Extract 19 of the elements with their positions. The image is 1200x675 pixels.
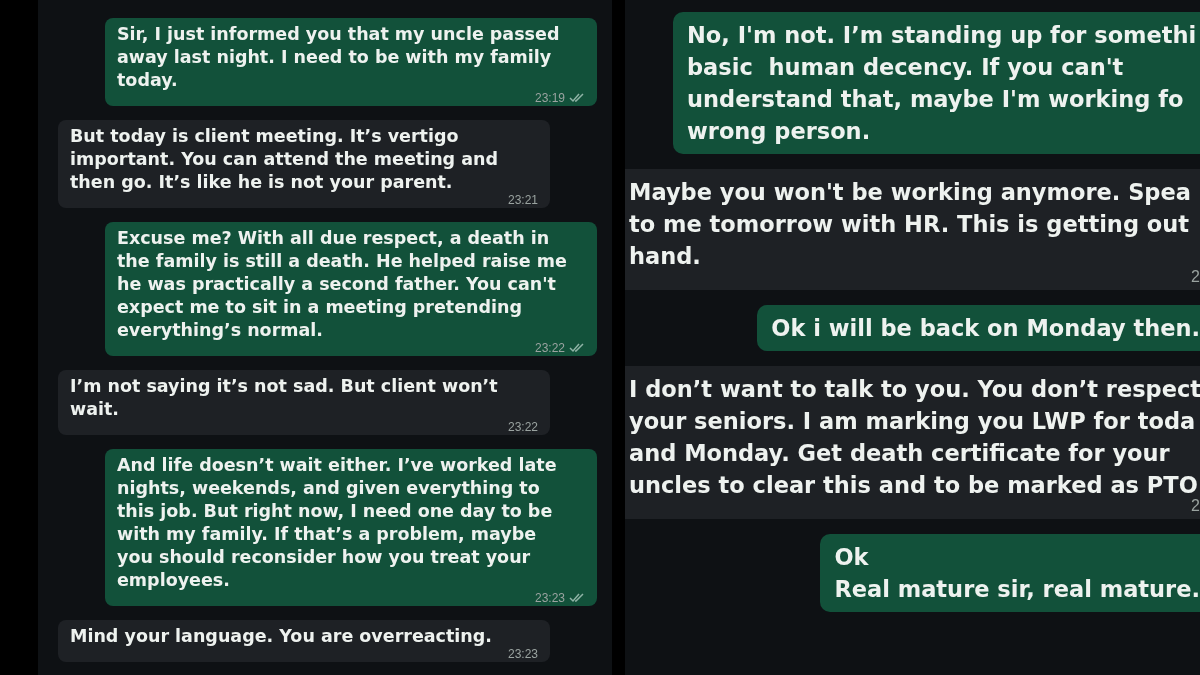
message-text: Ok Real mature sir, real mature.	[834, 543, 1200, 604]
message-time: 23:23	[534, 592, 565, 604]
message-text: And life doesn’t wait either. I’ve worked late nights, weekends, and given everything to this job. But right now, I need one day to be with my family. If that’s a problem, maybe you should reconsider how you treat your employees.	[117, 454, 558, 592]
message-text: But today is client meeting. It’s vertigo important. You can attend the meeting and then go. It’s like he is not your parent.	[70, 125, 499, 194]
message-time: 23:21	[507, 194, 538, 206]
message-time: 23:22	[534, 342, 565, 354]
message-time: 23:22	[507, 421, 538, 433]
message-text: I’m not saying it’s not sad. But client won’t wait.	[70, 375, 499, 421]
message-time: 2	[1191, 268, 1200, 286]
message-text: Sir, I just informed you that my uncle passed away last night. I need to be with my family today.	[117, 23, 561, 92]
message-text: Mind your language. You are overreacting.	[70, 625, 493, 648]
message-text: Excuse me? With all due respect, a death in the family is still a death. He helped raise me he was practically a second father. You can't expect me to sit in a meeting pretending everything’s normal.	[117, 227, 568, 342]
message-text: I don’t want to talk to you. You don’t respect your seniors. I am marking you LWP for toda and Monday. Get death certificate for your uncles to clear this and to be marked as PTO	[629, 375, 1200, 499]
message-time: 23:23	[507, 648, 538, 660]
message-text: No, I'm not. I’m standing up for somethi basic human decency. If you can't understand that, maybe I'm working fo wrong person.	[687, 21, 1198, 146]
message-time: 23:19	[534, 92, 565, 104]
message-text: Maybe you won't be working anymore. Spea to me tomorrow with HR. This is getting out hand.	[629, 178, 1191, 271]
message-text: Ok i will be back on Monday then.	[771, 314, 1200, 343]
message-time: 2	[1191, 497, 1200, 515]
